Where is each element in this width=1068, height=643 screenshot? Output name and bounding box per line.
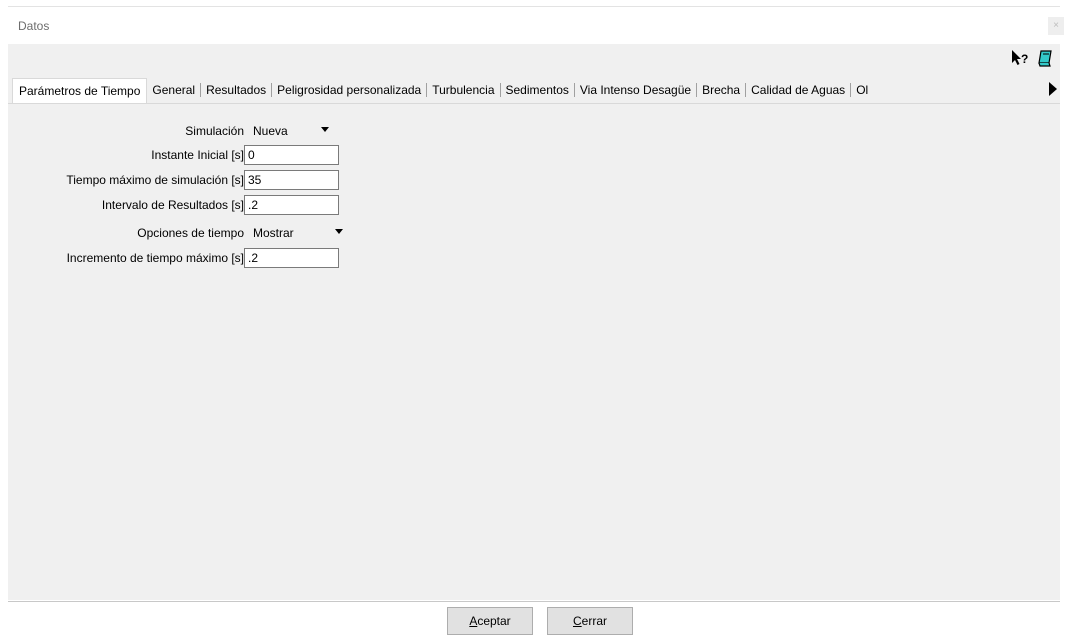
close-icon[interactable]: × xyxy=(1048,17,1064,35)
incremento-maximo-field[interactable] xyxy=(244,248,339,268)
tabs-divider xyxy=(8,103,1060,104)
tab-via-intenso[interactable]: Via Intenso Desagüe xyxy=(573,83,696,97)
incremento-maximo-label: Incremento de tiempo máximo [s] xyxy=(66,251,244,265)
toolbar: ? xyxy=(1010,49,1054,67)
cerrar-label: errar xyxy=(581,614,607,628)
tab-general[interactable]: General xyxy=(147,78,200,102)
cerrar-accel: C xyxy=(572,614,582,628)
button-bar-divider xyxy=(8,601,1060,602)
svg-text:?: ? xyxy=(1021,52,1028,66)
opciones-tiempo-label: Opciones de tiempo xyxy=(137,226,244,240)
tab-turbulencia[interactable]: Turbulencia xyxy=(426,83,499,97)
simulacion-value: Nueva xyxy=(253,124,288,138)
eraser-icon[interactable] xyxy=(1036,49,1054,67)
aceptar-button[interactable]: Aceptar xyxy=(447,607,533,635)
aceptar-label: ceptar xyxy=(477,614,511,628)
row-intervalo-resultados: Intervalo de Resultados [s] xyxy=(8,194,244,216)
row-tiempo-maximo: Tiempo máximo de simulación [s] xyxy=(8,169,244,191)
tiempo-maximo-field[interactable] xyxy=(244,170,339,190)
cerrar-button[interactable]: Cerrar xyxy=(547,607,633,635)
opciones-tiempo-select[interactable]: Mostrar xyxy=(253,226,343,240)
simulacion-label: Simulación xyxy=(185,124,244,138)
chevron-down-icon xyxy=(335,229,343,234)
tab-scroll-right-icon[interactable] xyxy=(1048,82,1058,96)
tab-resultados[interactable]: Resultados xyxy=(200,83,271,97)
row-incremento-maximo: Incremento de tiempo máximo [s] xyxy=(8,247,244,269)
simulacion-select[interactable]: Nueva xyxy=(253,124,333,138)
tab-overflow[interactable]: Ol xyxy=(850,83,873,97)
window-top-border xyxy=(8,6,1060,7)
instante-inicial-field[interactable] xyxy=(244,145,339,165)
row-instante-inicial: Instante Inicial [s] xyxy=(8,144,244,166)
row-opciones-tiempo: Opciones de tiempo xyxy=(8,222,244,244)
opciones-tiempo-value: Mostrar xyxy=(253,226,294,240)
tab-sedimentos[interactable]: Sedimentos xyxy=(499,83,574,97)
tab-peligrosidad[interactable]: Peligrosidad personalizada xyxy=(271,83,426,97)
intervalo-resultados-field[interactable] xyxy=(244,195,339,215)
tab-strip: Parámetros de Tiempo General Resultados Pel… xyxy=(8,78,1060,104)
dialog-panel: ? Parámetros de Tiempo General Resultados P… xyxy=(8,44,1060,600)
tiempo-maximo-label: Tiempo máximo de simulación [s] xyxy=(66,173,244,187)
intervalo-resultados-label: Intervalo de Resultados [s] xyxy=(101,198,244,212)
instante-inicial-label: Instante Inicial [s] xyxy=(151,148,244,162)
context-help-icon[interactable]: ? xyxy=(1010,49,1030,67)
tab-parametros-tiempo[interactable]: Parámetros de Tiempo xyxy=(12,78,148,104)
row-simulacion: Simulación xyxy=(8,120,244,142)
tab-calidad-aguas[interactable]: Calidad de Aguas xyxy=(745,83,850,97)
window-title: Datos xyxy=(18,19,50,33)
chevron-down-icon xyxy=(321,127,329,132)
tab-brecha[interactable]: Brecha xyxy=(696,83,745,97)
